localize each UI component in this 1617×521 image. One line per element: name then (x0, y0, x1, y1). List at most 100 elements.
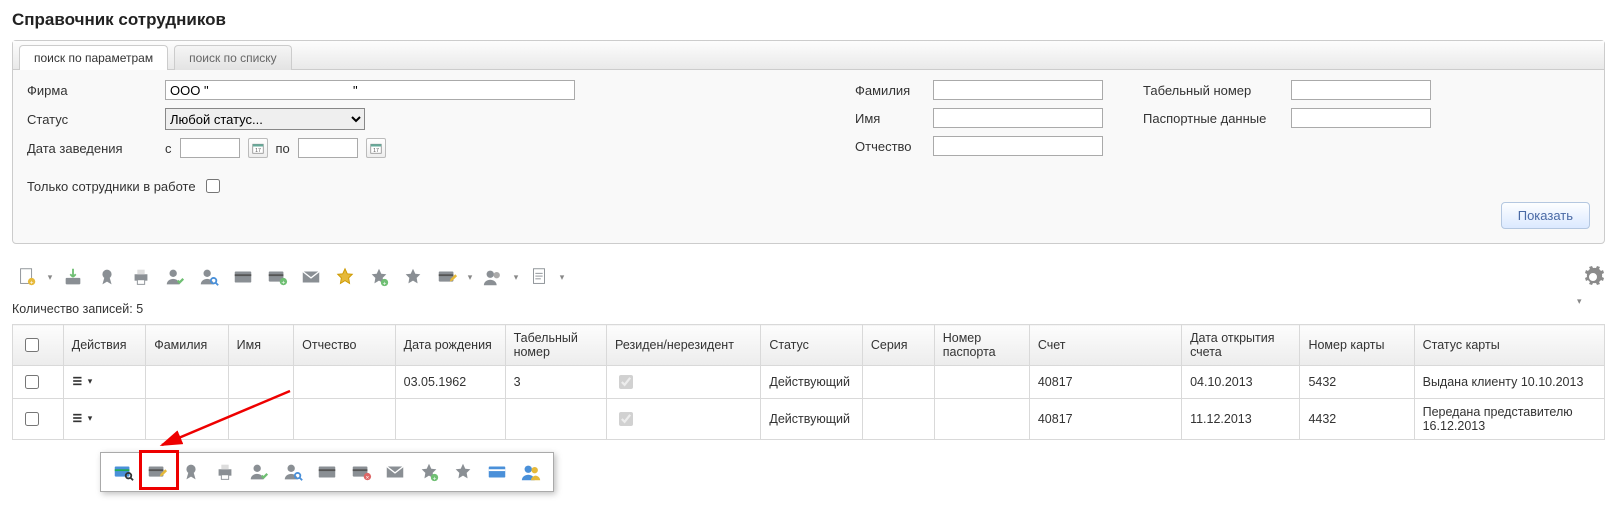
print-icon[interactable] (126, 262, 156, 292)
chevron-down-icon[interactable]: ▾ (558, 272, 566, 283)
cell-passno (934, 399, 1029, 440)
firm-input[interactable] (165, 80, 575, 100)
status-select[interactable]: Любой статус... (165, 108, 365, 130)
print-icon[interactable] (211, 458, 239, 486)
search-panel: поиск по параметрам поиск по списку Фирм… (12, 40, 1605, 244)
tabnum-input[interactable] (1291, 80, 1431, 100)
column-header[interactable]: Серия (862, 325, 934, 366)
user-search-icon[interactable] (279, 458, 307, 486)
cell-series (862, 399, 934, 440)
user-check-icon[interactable] (245, 458, 273, 486)
date-to-label: по (276, 141, 290, 156)
status-label: Статус (27, 112, 157, 127)
svg-text:+: + (282, 279, 286, 286)
row-checkbox[interactable] (25, 412, 39, 426)
user-search-icon[interactable] (194, 262, 224, 292)
star-plus-icon[interactable]: + (364, 262, 394, 292)
cell-account: 40817 (1029, 366, 1181, 399)
settings-gear-icon[interactable]: ▾ (1581, 265, 1605, 289)
calendar-icon[interactable]: 17 (366, 138, 386, 158)
calendar-icon[interactable]: 17 (248, 138, 268, 158)
table-row: ▾Действующий4081711.12.20134432Передана … (13, 399, 1605, 440)
row-actions-button[interactable]: ▾ (72, 376, 93, 387)
card-edit-icon[interactable] (432, 262, 462, 292)
column-header[interactable]: Отчество (294, 325, 395, 366)
column-header[interactable]: Резиден/нерезидент (607, 325, 761, 366)
award-icon[interactable] (92, 262, 122, 292)
column-header[interactable]: Табельный номер (505, 325, 606, 366)
passport-label: Паспортные данные (1143, 111, 1283, 126)
date-to-input[interactable] (298, 138, 358, 158)
card-edit-icon[interactable] (143, 458, 171, 486)
cell-card: 4432 (1300, 399, 1414, 440)
row-checkbox[interactable] (25, 375, 39, 389)
cell-status: Действующий (761, 366, 862, 399)
cell-tabnum: 3 (505, 366, 606, 399)
cell-passno (934, 366, 1029, 399)
envelope-icon[interactable] (296, 262, 326, 292)
date-label: Дата заведения (27, 141, 157, 156)
row-actions-button[interactable]: ▾ (72, 413, 93, 424)
doc-more-icon[interactable] (524, 262, 554, 292)
card-blue-icon[interactable] (483, 458, 511, 486)
cell-firstname (228, 366, 294, 399)
card-icon[interactable] (313, 458, 341, 486)
column-header[interactable]: Дата рождения (395, 325, 505, 366)
toolbar: + ▾ + + ▾ ▾ ▾ (12, 262, 566, 292)
users-color-icon[interactable] (517, 458, 545, 486)
select-all-checkbox[interactable] (25, 338, 39, 352)
import-icon[interactable] (58, 262, 88, 292)
date-from-label: с (165, 141, 172, 156)
cell-cardstatus: Передана представителю 16.12.2013 (1414, 399, 1604, 440)
svg-text:+: + (30, 279, 34, 286)
star-grey-icon[interactable] (398, 262, 428, 292)
resident-checkbox (619, 412, 633, 426)
column-header[interactable]: Статус (761, 325, 862, 366)
employees-table: ДействияФамилияИмяОтчествоДата рожденияТ… (12, 324, 1605, 440)
date-from-input[interactable] (180, 138, 240, 158)
firm-label: Фирма (27, 83, 157, 98)
envelope-icon[interactable] (381, 458, 409, 486)
svg-text:+: + (383, 280, 387, 287)
users-icon[interactable] (478, 262, 508, 292)
chevron-down-icon[interactable]: ▾ (466, 272, 474, 283)
column-header[interactable]: Номер паспорта (934, 325, 1029, 366)
card-add-icon[interactable]: + (262, 262, 292, 292)
column-header[interactable]: Дата открытия счета (1182, 325, 1300, 366)
column-header[interactable]: Фамилия (146, 325, 228, 366)
card-view-icon[interactable] (109, 458, 137, 486)
tab-search-list[interactable]: поиск по списку (174, 45, 292, 70)
card-icon[interactable] (228, 262, 258, 292)
only-active-label: Только сотрудники в работе (27, 179, 196, 194)
user-check-icon[interactable] (160, 262, 190, 292)
new-doc-icon[interactable]: + (12, 262, 42, 292)
column-header[interactable]: Действия (63, 325, 145, 366)
resident-checkbox (619, 375, 633, 389)
chevron-down-icon[interactable]: ▾ (46, 272, 54, 283)
chevron-down-icon[interactable]: ▾ (512, 272, 520, 283)
only-active-checkbox[interactable] (206, 179, 220, 193)
svg-text:17: 17 (373, 148, 379, 154)
passport-input[interactable] (1291, 108, 1431, 128)
lastname-label: Фамилия (855, 83, 925, 98)
card-delete-icon[interactable]: × (347, 458, 375, 486)
cell-resident (607, 366, 761, 399)
column-header[interactable]: Статус карты (1414, 325, 1604, 366)
column-header[interactable]: Счет (1029, 325, 1181, 366)
star-plus-icon[interactable]: + (415, 458, 443, 486)
column-header[interactable]: Номер карты (1300, 325, 1414, 366)
cell-dob (395, 399, 505, 440)
svg-text:+: + (433, 475, 437, 482)
table-row: ▾03.05.19623Действующий4081704.10.201354… (13, 366, 1605, 399)
firstname-input[interactable] (933, 108, 1103, 128)
show-button[interactable]: Показать (1501, 202, 1590, 229)
award-icon[interactable] (177, 458, 205, 486)
tab-search-params[interactable]: поиск по параметрам (19, 45, 168, 70)
lastname-input[interactable] (933, 80, 1103, 100)
middlename-label: Отчество (855, 139, 925, 154)
star-fav-icon[interactable] (330, 262, 360, 292)
middlename-input[interactable] (933, 136, 1103, 156)
star-grey-icon[interactable] (449, 458, 477, 486)
page-title: Справочник сотрудников (12, 10, 1605, 30)
column-header[interactable]: Имя (228, 325, 294, 366)
